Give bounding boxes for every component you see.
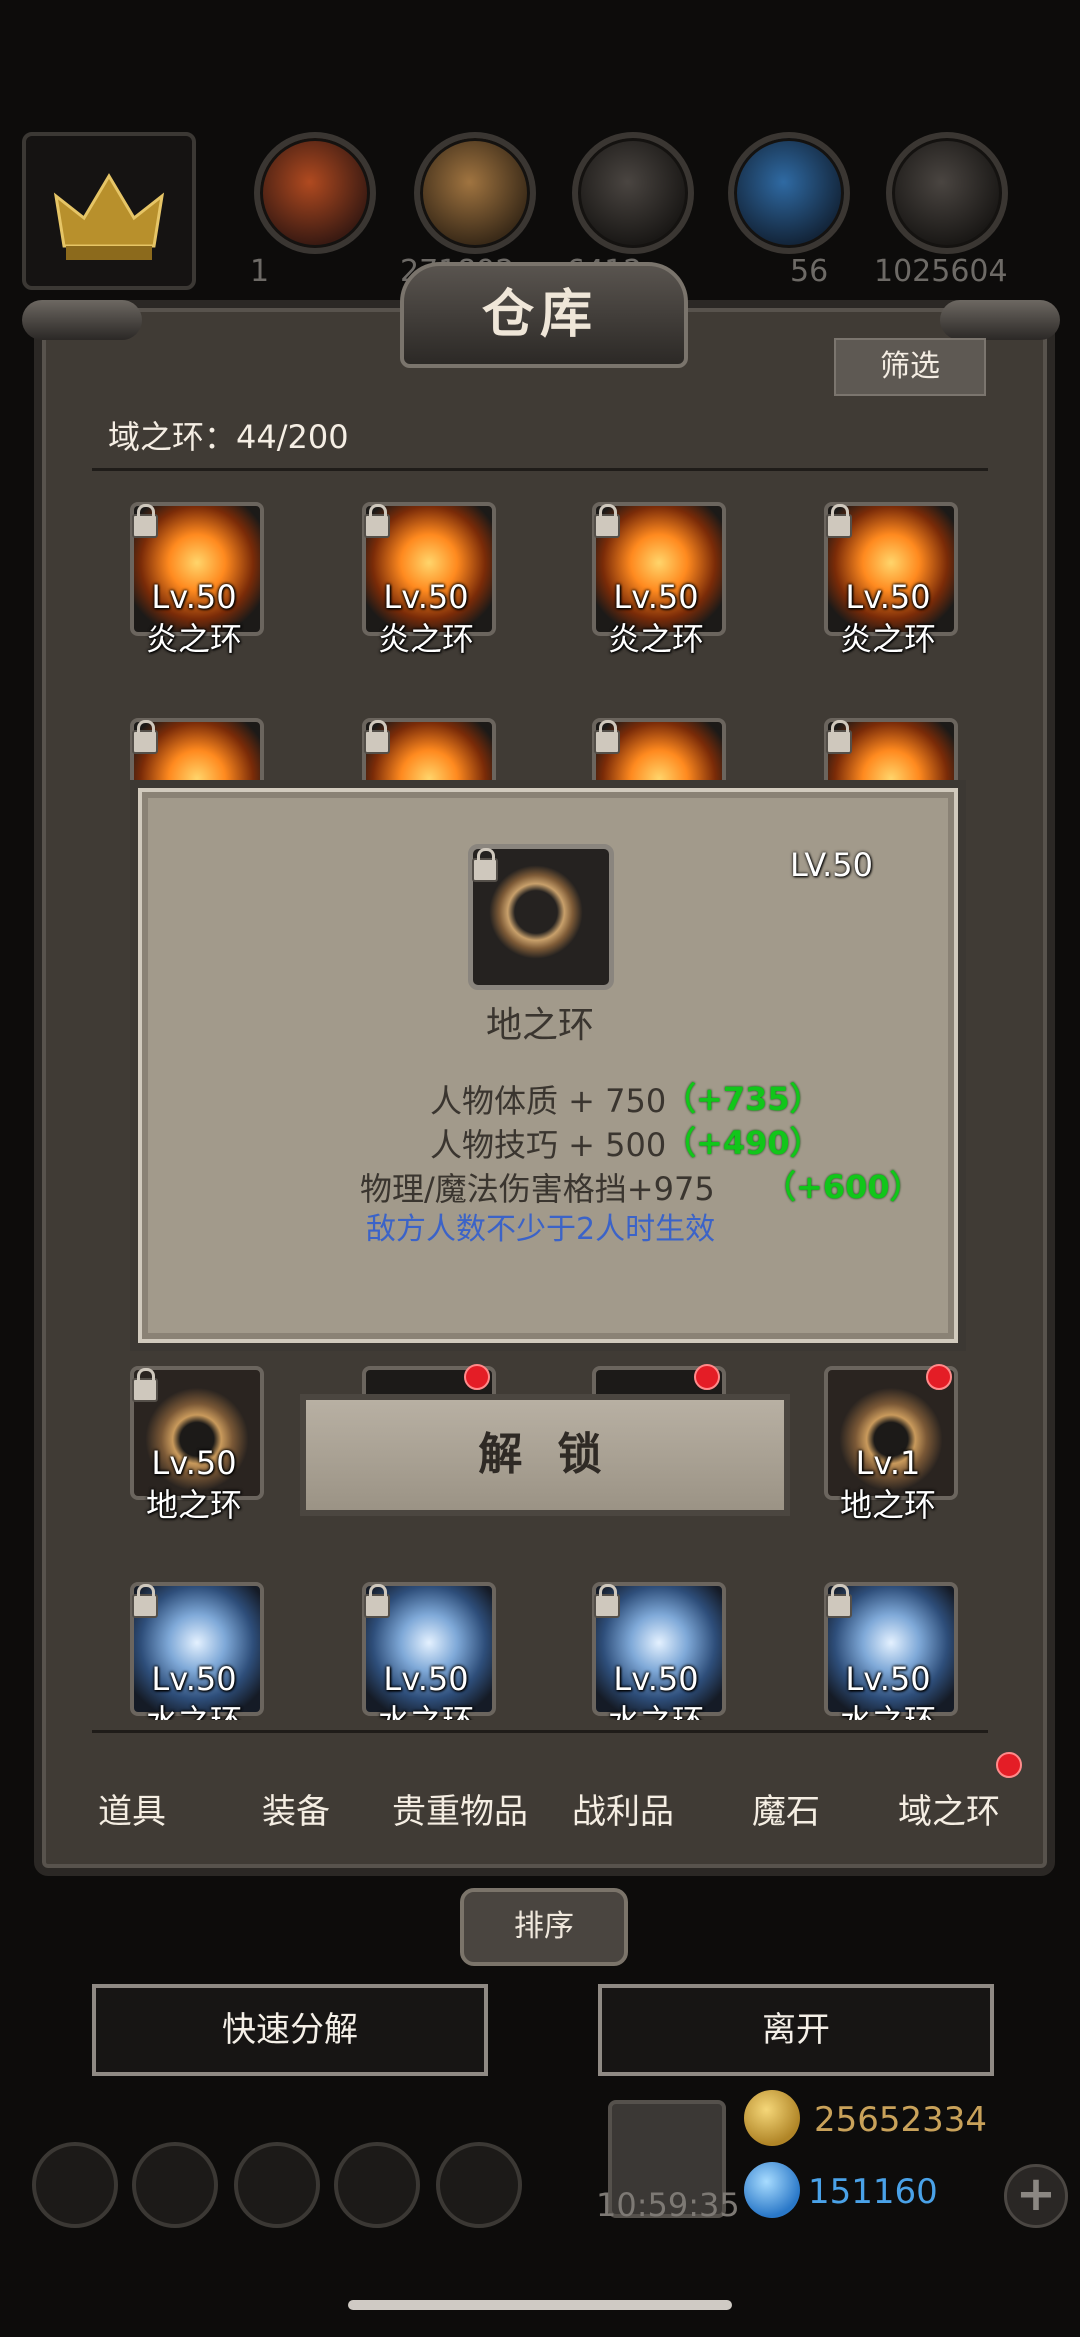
lock-icon [132,1584,158,1618]
frame-top-left-ornament [22,300,142,340]
new-item-dot [926,1364,952,1390]
item-name: 地之环 [839,1486,936,1524]
new-item-dot [694,1364,720,1390]
leave-button[interactable]: 离开 [598,1984,994,2076]
lock-icon [594,504,620,538]
tab-equipment[interactable]: 装备 [262,1784,330,1833]
sort-button[interactable]: 排序 [460,1888,628,1966]
detail-name: 地之环 [485,1005,594,1046]
filter-button[interactable]: 筛选 [834,338,986,396]
tab-notification-dot [996,1752,1022,1778]
resource-value-crown: 1 [250,254,270,289]
item-level: Lv.50 [613,578,699,616]
lock-icon [826,720,852,754]
item-name: 水之环 [576,1696,736,1720]
lock-icon [132,720,158,754]
lock-icon [132,1368,158,1402]
item-name: 炎之环 [607,620,704,658]
tab-domain-rings[interactable]: 域之环 [898,1784,1000,1833]
gold-coin-icon [744,2090,800,2146]
stat-skill: 人物技巧 + 500 [430,1126,667,1164]
item-level: Lv.50 [845,578,931,616]
gold-amount: 25652334 [814,2100,988,2140]
frame-top-right-ornament [940,300,1060,340]
lock-icon [364,1584,390,1618]
item-name: 地之环 [145,1486,242,1524]
tab-valuables[interactable]: 贵重物品 [392,1784,528,1833]
item-name: 水之环 [346,1696,506,1720]
lock-icon [594,720,620,754]
tab-loot[interactable]: 战利品 [572,1784,674,1833]
gift-timer: 10:59:35 [596,2186,740,2224]
effect-condition: 敌方人数不少于2人时生效 [366,1212,716,1247]
ring-count: 域之环：44/200 [108,418,349,456]
tab-magic-stones[interactable]: 魔石 [752,1784,820,1833]
wood-resource-icon[interactable] [414,132,536,254]
detail-level: LV.50 [790,846,873,884]
item-level: Lv.50 [845,1660,931,1698]
lock-icon [132,504,158,538]
unlock-button[interactable]: 解 锁 [300,1394,790,1516]
stat-skill-bonus: （+490） [664,1124,822,1162]
stat-constitution: 人物体质 + 750 [430,1082,667,1120]
item-level: Lv.50 [151,1660,237,1698]
earth-ring-glyph [486,862,586,962]
crystal-resource-icon[interactable] [728,132,850,254]
stat-block-bonus: （+600） [764,1168,922,1206]
resource-value-crystal: 1025604 [874,254,1008,289]
lock-icon [364,504,390,538]
page-title: 仓库 [481,284,598,345]
shop-icon[interactable] [436,2142,522,2228]
item-level: Lv.50 [383,1660,469,1698]
crown-glyph [53,173,165,260]
achievement-icon[interactable] [132,2142,218,2228]
tab-items[interactable]: 道具 [98,1784,166,1833]
gem-amount: 151160 [808,2172,938,2212]
lock-icon [364,720,390,754]
item-level: Lv.50 [383,578,469,616]
quick-decompose-button[interactable]: 快速分解 [92,1984,488,2076]
divider-bottom [92,1730,988,1733]
new-item-dot [464,1364,490,1390]
item-name: 水之环 [808,1696,968,1720]
fire-resource-icon[interactable] [254,132,376,254]
item-level: Lv.50 [613,1660,699,1698]
gem-icon [744,2162,800,2218]
lock-icon [826,1584,852,1618]
item-name: 炎之环 [145,620,242,658]
lock-icon [826,504,852,538]
item-name: 水之环 [114,1696,274,1720]
home-indicator[interactable] [348,2300,732,2310]
item-level: Lv.50 [151,1444,237,1482]
add-currency-button[interactable]: + [1004,2164,1068,2228]
crown-icon[interactable] [22,132,196,290]
lock-icon [594,1584,620,1618]
item-level: Lv.1 [855,1444,921,1482]
guild-icon[interactable] [234,2142,320,2228]
divider-top [92,468,988,471]
stone-resource-icon[interactable] [572,132,694,254]
lock-icon [472,848,498,882]
stat-constitution-bonus: （+735） [664,1080,822,1118]
iron-resource-icon[interactable] [886,132,1008,254]
item-name: 炎之环 [377,620,474,658]
item-level: Lv.50 [151,578,237,616]
mail-icon[interactable] [334,2142,420,2228]
settings-icon[interactable] [32,2142,118,2228]
resource-value-stone: 56 [790,254,829,289]
item-name: 炎之环 [839,620,936,658]
